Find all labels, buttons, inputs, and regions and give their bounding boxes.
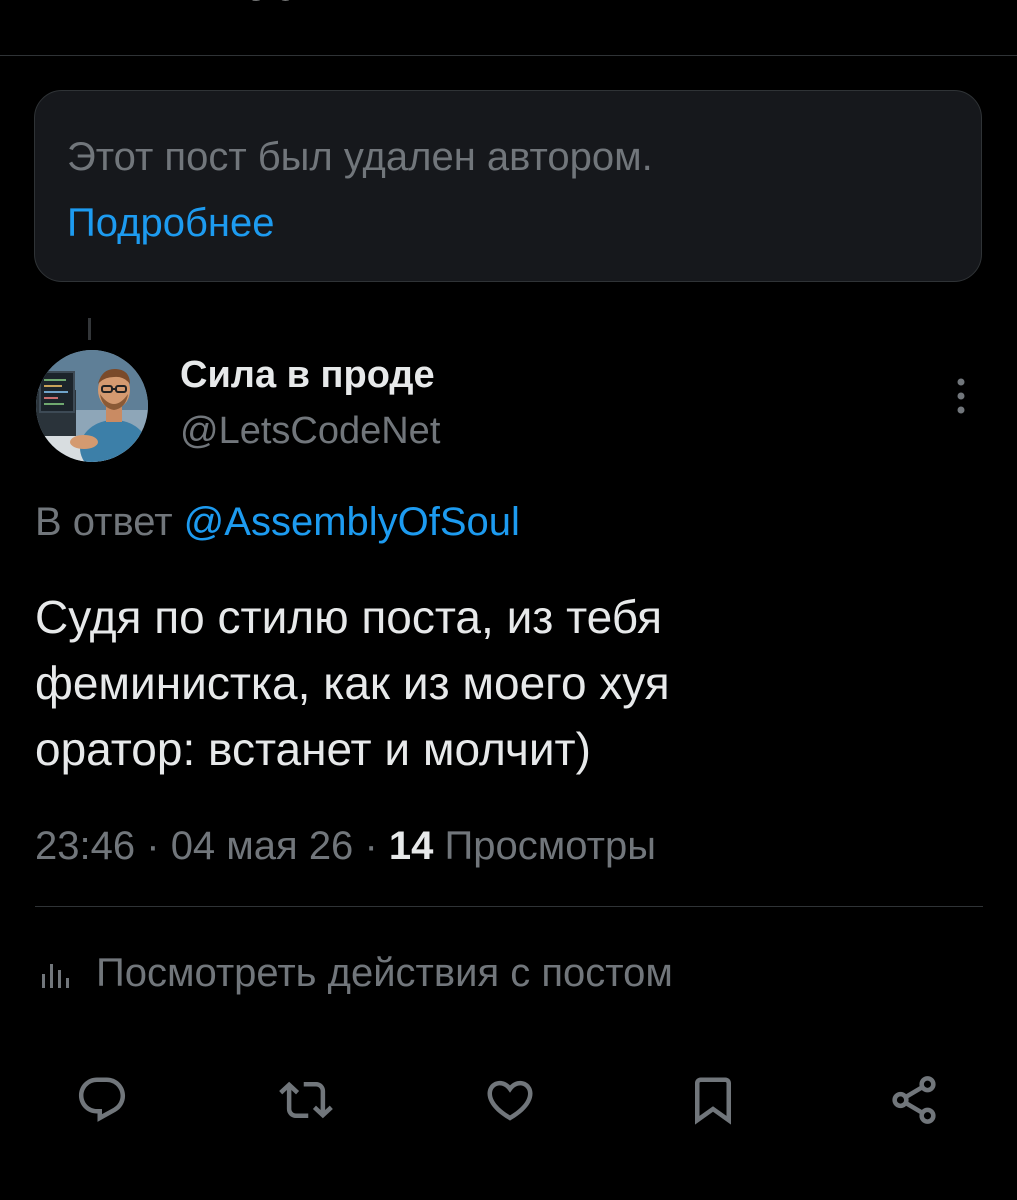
repost-icon [279,1081,333,1119]
reply-icon [78,1077,126,1122]
views-count: 14 [388,824,434,868]
post-text-line: Судя по стилю поста, из тебя [35,591,662,643]
reply-button[interactable] [72,1070,132,1130]
more-vertical-icon [957,378,965,414]
meta-separator: · [146,824,160,868]
like-button[interactable] [480,1070,540,1130]
post-time[interactable]: 23:46 [35,824,135,868]
avatar-image [36,350,148,462]
post-text-line: феминистка, как из моего хуя [35,657,670,709]
page-title: Пост [205,0,323,8]
header-divider [0,55,1017,56]
views-label: Просмотры [444,824,656,868]
avatar[interactable] [36,350,148,462]
author-handle[interactable]: @LetsCodeNet [180,408,440,454]
analytics-icon [42,964,69,988]
reply-to-mention-link[interactable]: @AssemblyOfSoul [184,500,520,544]
post-text-line: оратор: встанет и молчит) [35,723,591,775]
post-meta: 23:46 · 04 мая 26 · 14 Просмотры [35,822,656,870]
author-name[interactable]: Сила в проде [180,352,435,398]
post-date[interactable]: 04 мая 26 [171,824,354,868]
view-post-activity-label: Посмотреть действия с постом [96,951,673,995]
reply-to-prefix: В ответ [35,500,173,544]
meta-divider [35,906,983,907]
thread-connector-line [88,318,91,340]
heart-icon [487,1080,533,1121]
deleted-post-text: Этот пост был удален автором. [67,135,653,179]
more-options-button[interactable] [946,374,976,418]
repost-button[interactable] [276,1070,336,1130]
share-button[interactable] [884,1070,944,1130]
bookmark-button[interactable] [683,1070,743,1130]
share-icon [892,1076,936,1124]
view-post-activity-button[interactable]: Посмотреть действия с постом [40,948,673,998]
bookmark-icon [695,1077,731,1125]
learn-more-link[interactable]: Подробнее [67,199,274,247]
reply-to-line: В ответ @AssemblyOfSoul [35,498,520,546]
deleted-post-notice: Этот пост был удален автором. Подробнее [34,90,982,282]
post-text: Судя по стилю поста, из тебя феминистка,… [35,584,965,782]
post-action-bar [0,1070,1017,1130]
meta-separator: · [364,824,378,868]
